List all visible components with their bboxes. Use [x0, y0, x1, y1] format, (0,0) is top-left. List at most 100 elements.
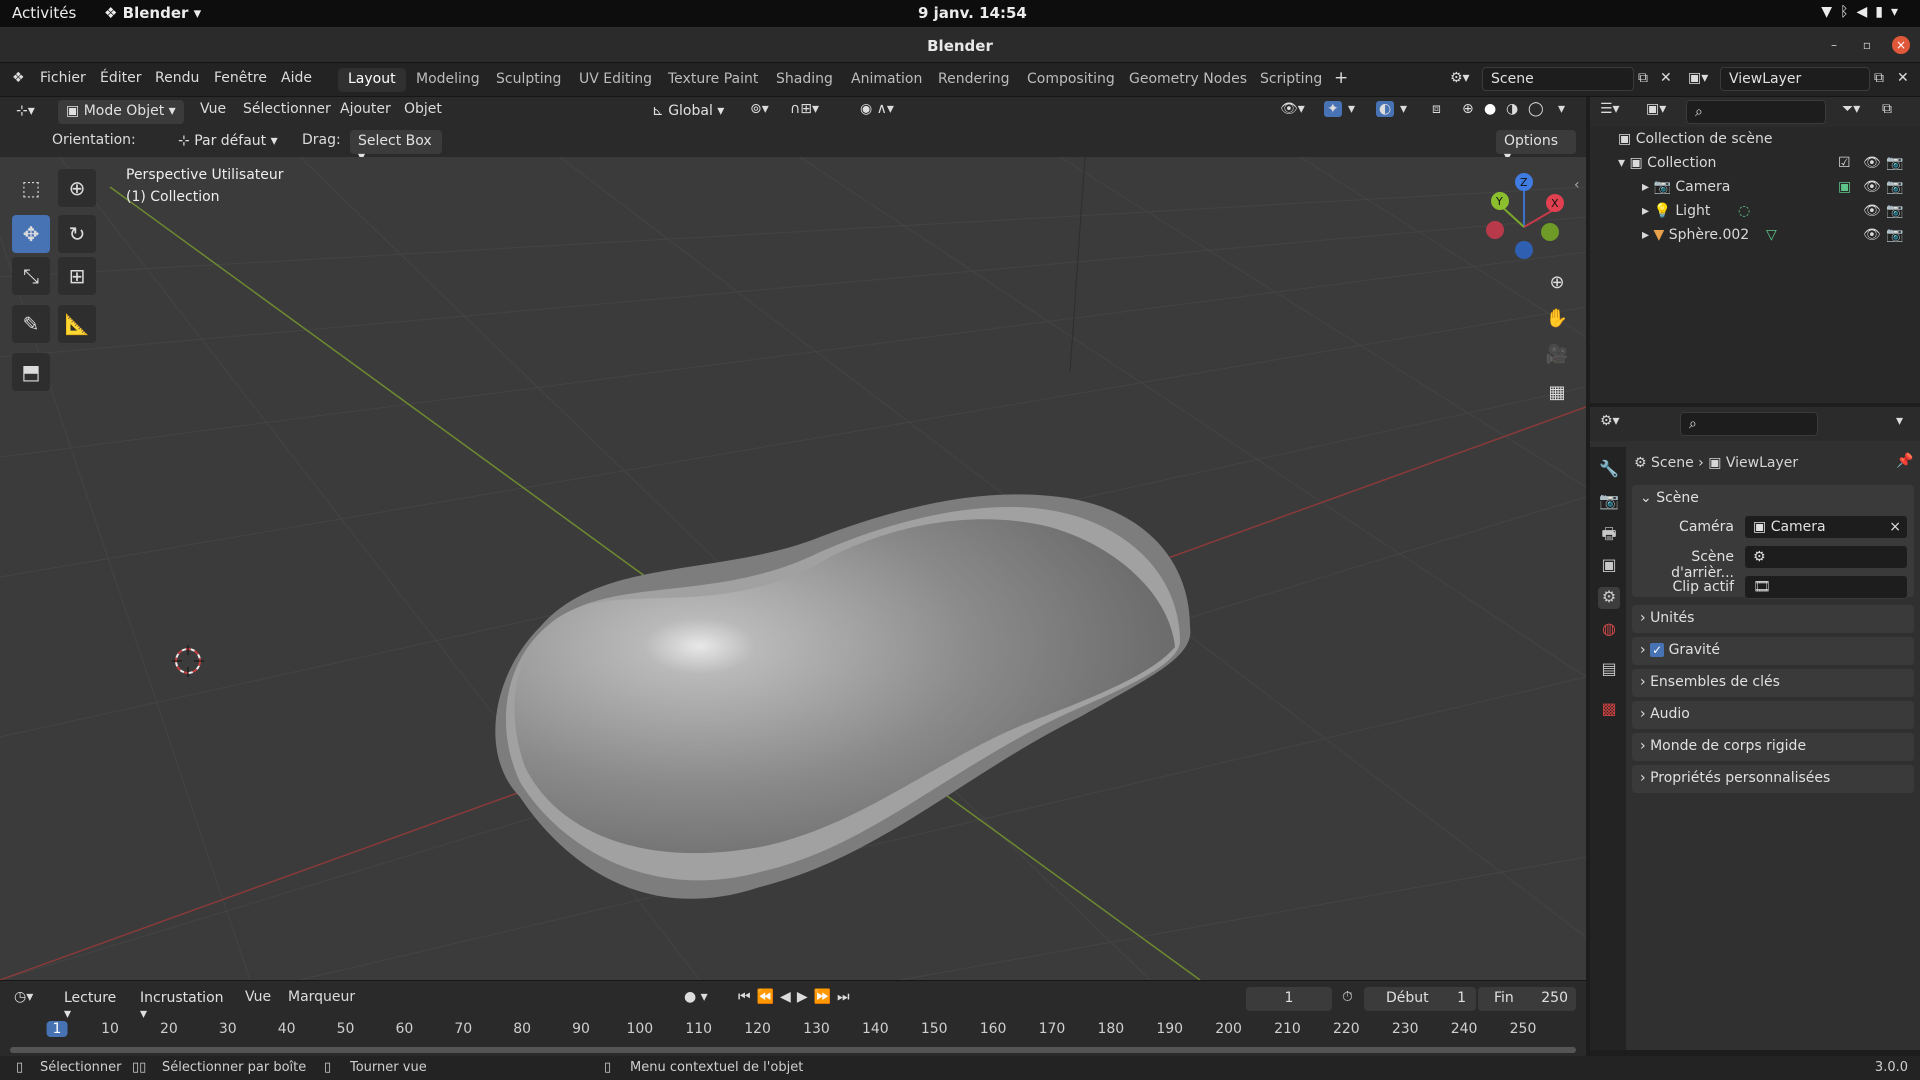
- activities-button[interactable]: Activités: [12, 4, 76, 22]
- record-icon[interactable]: ● ▾: [684, 989, 708, 1005]
- editor-type-icon[interactable]: ⊹▾: [8, 100, 43, 124]
- maximize-button[interactable]: ▫: [1858, 36, 1876, 54]
- material-shading-icon[interactable]: ◑: [1506, 101, 1518, 117]
- tab-compositing[interactable]: Compositing: [1017, 68, 1125, 92]
- menu-fenetre[interactable]: Fenêtre: [214, 70, 267, 86]
- options-dropdown[interactable]: Options ▾: [1496, 130, 1576, 165]
- end-frame-field[interactable]: Fin 250: [1478, 987, 1576, 1011]
- menu-selectionner[interactable]: Sélectionner: [243, 101, 331, 117]
- tab-geometry-nodes[interactable]: Geometry Nodes: [1119, 68, 1257, 92]
- tab-sculpting[interactable]: Sculpting: [486, 68, 571, 92]
- close-button[interactable]: ×: [1892, 36, 1910, 54]
- eye-icon[interactable]: 👁: [1863, 227, 1881, 243]
- start-frame-field[interactable]: Début 1: [1364, 987, 1476, 1011]
- tab-texture-paint[interactable]: Texture Paint: [658, 68, 768, 92]
- properties-editor-icon[interactable]: ⚙▾: [1600, 413, 1620, 429]
- menu-lecture[interactable]: Lecture ▾: [56, 987, 130, 1022]
- rendered-shading-icon[interactable]: ◯: [1528, 101, 1544, 117]
- rigid-body-panel[interactable]: › Monde de corps rigide: [1632, 733, 1914, 761]
- outliner-editor-icon[interactable]: ☰▾: [1600, 101, 1620, 117]
- menu-fichier[interactable]: Fichier: [40, 70, 86, 86]
- gravity-panel[interactable]: › ✓ Gravité: [1632, 637, 1914, 665]
- sidebar-toggle-icon[interactable]: ‹: [1574, 177, 1580, 193]
- scene-tab-icon[interactable]: ⚙: [1598, 587, 1620, 609]
- menu-incrustation[interactable]: Incrustation ▾: [132, 987, 236, 1022]
- eye-icon[interactable]: 👁: [1863, 179, 1881, 195]
- jump-start-icon[interactable]: ⏮: [738, 989, 757, 1005]
- scene-icon[interactable]: ⚙▾: [1450, 70, 1470, 86]
- render-tab-icon[interactable]: 📷: [1598, 491, 1620, 513]
- texture-tab-icon[interactable]: ▩: [1598, 699, 1620, 721]
- transform-orientation[interactable]: ⊾ Global ▾: [644, 100, 738, 124]
- outliner-item-light[interactable]: ▸ 💡 Light ◌ 👁 📷: [1642, 203, 1918, 219]
- properties-search-input[interactable]: ⌕: [1680, 412, 1818, 436]
- collection-tab-icon[interactable]: ▤: [1598, 659, 1620, 681]
- new-viewlayer-icon[interactable]: ⧉: [1874, 70, 1884, 86]
- gizmo-dropdown-icon[interactable]: ▾: [1348, 101, 1355, 117]
- tab-uv-editing[interactable]: UV Editing: [569, 68, 662, 92]
- eye-icon[interactable]: 👁: [1863, 155, 1881, 171]
- prev-keyframe-icon[interactable]: ⏪: [757, 989, 780, 1005]
- tab-scripting[interactable]: Scripting: [1250, 68, 1332, 92]
- blender-menu-icon[interactable]: ❖: [12, 70, 25, 86]
- new-scene-icon[interactable]: ⧉: [1638, 70, 1648, 86]
- display-mode-icon[interactable]: ▣▾: [1646, 101, 1666, 117]
- outliner-item-camera[interactable]: ▸ 📷 Camera ▣ 👁 📷: [1642, 179, 1918, 195]
- tab-rendering[interactable]: Rendering: [928, 68, 1020, 92]
- render-camera-icon[interactable]: 📷: [1886, 155, 1903, 171]
- output-tab-icon[interactable]: 🖶: [1598, 523, 1620, 545]
- wireframe-shading-icon[interactable]: ⊕: [1462, 101, 1474, 117]
- menu-vue[interactable]: Vue: [200, 101, 226, 117]
- next-keyframe-icon[interactable]: ⏩: [814, 989, 837, 1005]
- measure-tool-icon[interactable]: 📐: [58, 305, 96, 343]
- properties-options-icon[interactable]: ▾: [1896, 413, 1903, 429]
- visibility-icon[interactable]: 👁▾: [1280, 101, 1305, 117]
- outliner-item-sphere[interactable]: ▸ ▼ Sphère.002 ▽ 👁 📷: [1642, 227, 1918, 243]
- navigation-gizmo[interactable]: Z X Y: [1486, 173, 1564, 259]
- menu-aide[interactable]: Aide: [281, 70, 312, 86]
- viewlayer-icon[interactable]: ▣▾: [1688, 70, 1708, 86]
- timeline-scrollbar[interactable]: [10, 1047, 1576, 1053]
- add-workspace-icon[interactable]: +: [1334, 68, 1348, 88]
- eye-icon[interactable]: 👁: [1863, 203, 1881, 219]
- pin-icon[interactable]: 📌: [1896, 453, 1913, 469]
- viewlayer-selector[interactable]: ViewLayer: [1720, 67, 1870, 91]
- cursor-tool-icon[interactable]: ⊕: [58, 169, 96, 207]
- delete-scene-icon[interactable]: ✕: [1660, 70, 1672, 86]
- clock[interactable]: 9 janv. 14:54: [918, 4, 1027, 22]
- delete-viewlayer-icon[interactable]: ✕: [1897, 70, 1909, 86]
- menu-editer[interactable]: Éditer: [100, 70, 141, 86]
- gravity-checkbox[interactable]: ✓: [1650, 643, 1665, 657]
- move-tool-icon[interactable]: ✥: [12, 215, 50, 253]
- tool-tab-icon[interactable]: 🔧: [1598, 459, 1620, 481]
- overlay-toggle-icon[interactable]: ◐: [1376, 101, 1395, 117]
- menu-marqueur[interactable]: Marqueur: [288, 989, 355, 1005]
- tab-animation[interactable]: Animation: [841, 68, 932, 92]
- tab-modeling[interactable]: Modeling: [406, 68, 490, 92]
- outliner-root[interactable]: ▣ Collection de scène: [1618, 131, 1772, 147]
- menu-vue[interactable]: Vue: [245, 989, 271, 1005]
- menu-rendu[interactable]: Rendu: [155, 70, 199, 86]
- 3d-viewport[interactable]: Z X Y Perspective Utilisateur (1) Collec…: [0, 157, 1586, 980]
- solid-shading-icon[interactable]: ●: [1484, 101, 1496, 117]
- scene-panel-header[interactable]: ⌄ Scène: [1640, 490, 1906, 506]
- scale-tool-icon[interactable]: ⤡: [12, 257, 50, 295]
- select-box-tool-icon[interactable]: ⬚: [12, 169, 50, 207]
- pivot-icon[interactable]: ⊚▾: [750, 101, 769, 117]
- menu-objet[interactable]: Objet: [404, 101, 442, 117]
- zoom-icon[interactable]: ⊕: [1541, 267, 1573, 299]
- filter-icon[interactable]: ⏷▾: [1842, 101, 1860, 117]
- rotate-tool-icon[interactable]: ↻: [58, 215, 96, 253]
- camera-field[interactable]: ▣ Camera ×: [1744, 515, 1908, 539]
- add-cube-tool-icon[interactable]: ⬒: [12, 353, 50, 391]
- overlay-dropdown-icon[interactable]: ▾: [1400, 101, 1407, 117]
- custom-properties-panel[interactable]: › Propriétés personnalisées: [1632, 765, 1914, 793]
- perspective-toggle-icon[interactable]: ▦: [1541, 377, 1573, 409]
- timeline-editor-icon[interactable]: ◷▾: [14, 989, 33, 1005]
- drag-selector[interactable]: Select Box ▾: [350, 130, 442, 165]
- render-camera-icon[interactable]: 📷: [1886, 227, 1903, 243]
- 3d-cursor[interactable]: [172, 645, 204, 677]
- tab-layout[interactable]: Layout: [338, 68, 406, 92]
- active-clip-field[interactable]: 🎞: [1744, 575, 1908, 599]
- view-layer-tab-icon[interactable]: ▣: [1598, 555, 1620, 577]
